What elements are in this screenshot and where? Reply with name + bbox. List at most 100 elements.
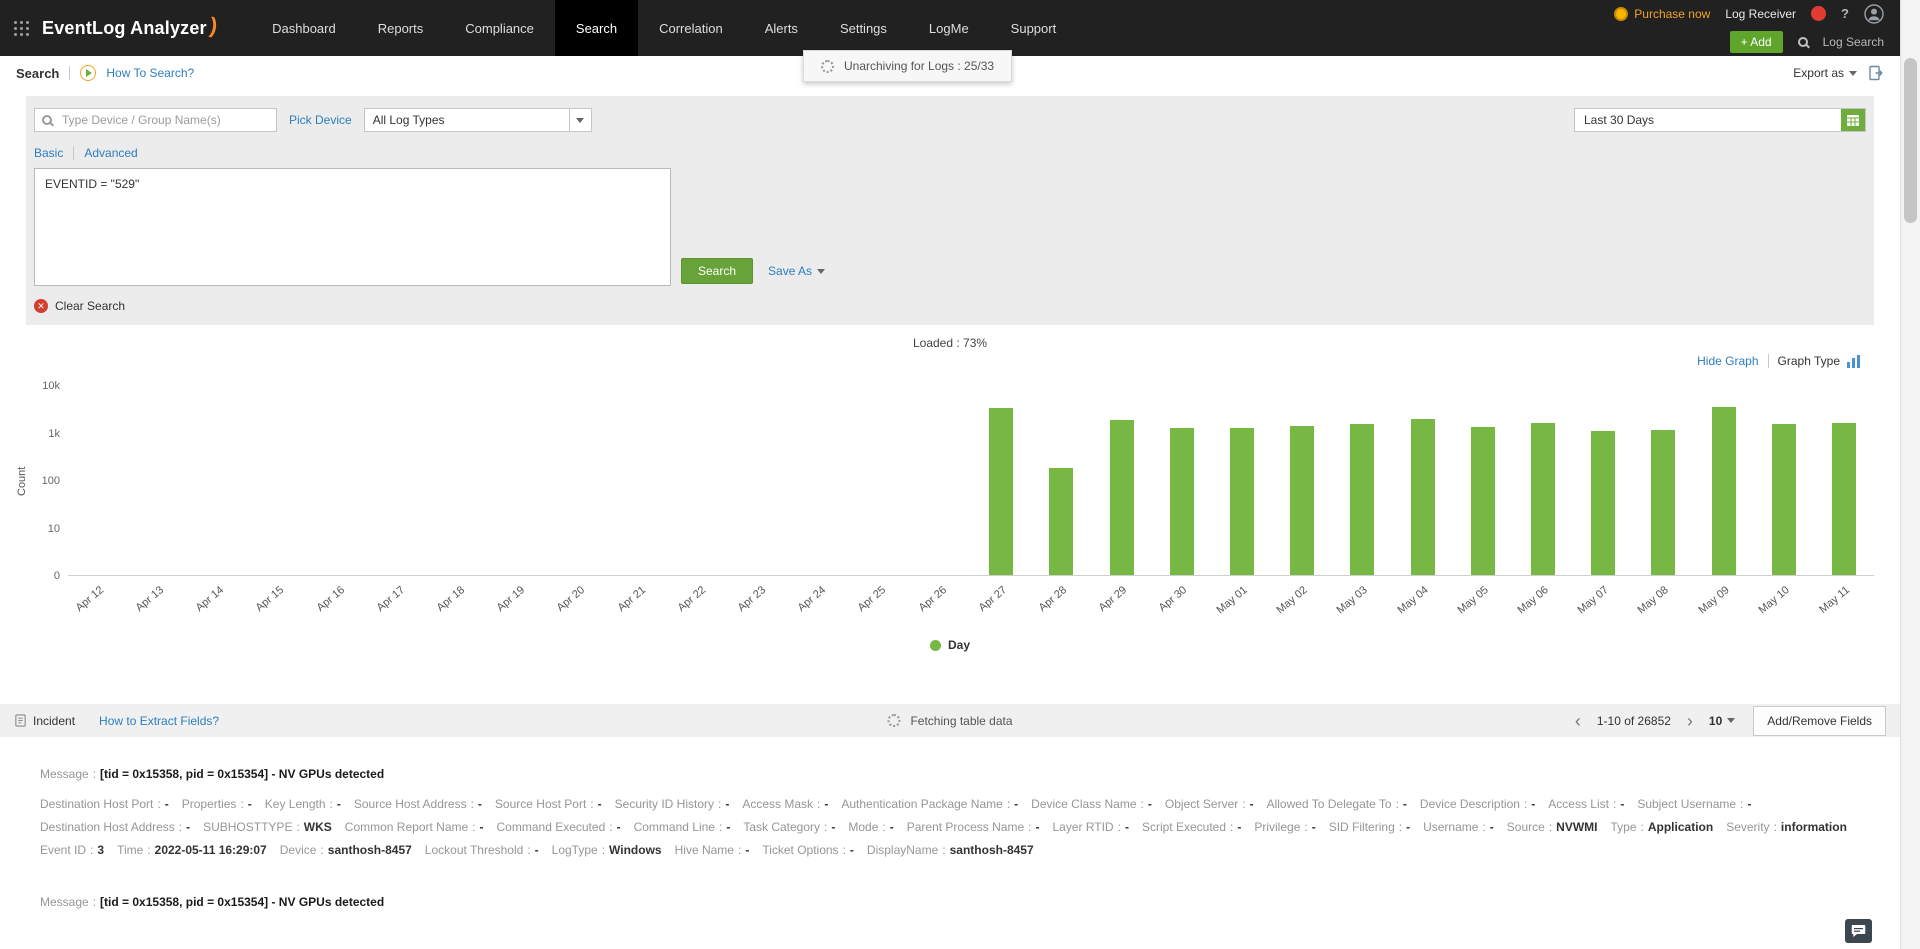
save-as-dropdown[interactable]: Save As <box>768 264 826 278</box>
chart-bar[interactable] <box>1591 431 1616 575</box>
nav-item-settings[interactable]: Settings <box>819 0 908 56</box>
clear-search-label: Clear Search <box>55 299 126 313</box>
record-message: Message: [tid = 0x15358, pid = 0x15354] -… <box>40 895 1880 909</box>
chart-bar-slot: Apr 30 <box>1152 386 1212 614</box>
page-size-dropdown[interactable]: 10 <box>1709 714 1736 728</box>
navbar-right: Purchase now Log Receiver ? + Add Log Se… <box>1614 0 1900 56</box>
field-value: santhosh-8457 <box>949 843 1034 857</box>
notification-badge-icon[interactable] <box>1811 6 1827 21</box>
tab-advanced[interactable]: Advanced <box>84 146 137 160</box>
chart-bar[interactable] <box>1831 423 1856 575</box>
log-search-label[interactable]: Log Search <box>1823 35 1884 49</box>
calendar-icon[interactable] <box>1841 109 1865 131</box>
field-pair: Ticket Options: - <box>762 843 854 857</box>
field-pair: Device Class Name: - <box>1031 797 1152 811</box>
nav-item-search[interactable]: Search <box>554 0 639 56</box>
search-button[interactable]: Search <box>681 258 754 284</box>
incident-button[interactable]: Incident <box>14 714 75 728</box>
separator: : <box>92 767 97 781</box>
chart-bar[interactable] <box>1109 420 1134 575</box>
graph-type-button[interactable]: Graph Type <box>1778 354 1860 368</box>
incident-label: Incident <box>33 713 76 728</box>
add-button[interactable]: + Add <box>1729 30 1783 53</box>
separator: : <box>1523 797 1528 811</box>
purchase-now-link[interactable]: Purchase now <box>1614 6 1710 21</box>
nav-item-correlation[interactable]: Correlation <box>638 0 744 56</box>
date-range-picker[interactable]: Last 30 Days <box>1574 108 1866 132</box>
search-icon[interactable] <box>1797 36 1808 47</box>
field-label: SID Filtering <box>1328 820 1395 834</box>
device-search-field[interactable] <box>34 108 277 132</box>
field-value: - <box>616 820 621 834</box>
field-label: Privilege <box>1254 820 1301 834</box>
log-type-select[interactable]: All Log Types <box>363 108 592 132</box>
nav-item-support[interactable]: Support <box>990 0 1078 56</box>
field-pair: Allowed To Delegate To: - <box>1267 797 1407 811</box>
chart-bar-slot: Apr 13 <box>128 386 188 614</box>
prev-page-button[interactable] <box>1573 714 1583 728</box>
vertical-scrollbar[interactable] <box>1900 0 1920 949</box>
field-label: Security ID History <box>614 797 714 811</box>
nav-item-compliance[interactable]: Compliance <box>444 0 555 56</box>
divider <box>69 66 71 80</box>
separator: : <box>1117 820 1121 834</box>
x-axis-label: Apr 20 <box>554 584 588 615</box>
how-to-extract-fields-link[interactable]: How to Extract Fields? <box>99 714 219 728</box>
field-pair: Security ID History: - <box>615 797 730 811</box>
export-as-button[interactable]: Export as <box>1793 66 1857 80</box>
chart-bar[interactable] <box>1229 428 1254 575</box>
scrollbar-thumb[interactable] <box>1904 58 1917 223</box>
chart-bar[interactable] <box>1049 468 1074 575</box>
chart-bar[interactable] <box>1470 427 1495 575</box>
query-textarea[interactable]: EVENTID = "529" <box>34 168 671 286</box>
chart-bar[interactable] <box>989 408 1014 575</box>
y-axis-tick: 100 <box>41 475 60 487</box>
chart-bar[interactable] <box>1711 407 1736 575</box>
chart-bar[interactable] <box>1771 424 1796 575</box>
play-icon[interactable] <box>80 65 97 81</box>
graph-type-label: Graph Type <box>1777 354 1840 368</box>
nav-item-logme[interactable]: LogMe <box>908 0 990 56</box>
user-avatar-icon[interactable] <box>1864 3 1884 24</box>
legend-label: Day <box>947 638 970 652</box>
record-fields-row: Destination Host Port: - Properties: - Key L… <box>40 797 1880 811</box>
log-type-value: All Log Types <box>372 113 445 127</box>
chart-bar[interactable] <box>1169 428 1194 575</box>
tab-basic[interactable]: Basic <box>34 146 63 160</box>
how-to-search-link[interactable]: How To Search? <box>106 66 194 80</box>
app-logo[interactable]: EventLog Analyzer ) <box>42 0 219 56</box>
nav-item-reports[interactable]: Reports <box>357 0 445 56</box>
separator: : <box>1304 820 1308 834</box>
device-input[interactable] <box>60 112 269 128</box>
nav-item-alerts[interactable]: Alerts <box>744 0 819 56</box>
field-pair: Event ID:3 <box>40 843 104 857</box>
search-panel: Pick Device All Log Types Last 30 Days B… <box>26 96 1874 325</box>
next-page-button[interactable] <box>1685 714 1695 728</box>
chart-bar[interactable] <box>1410 419 1435 575</box>
clear-search-button[interactable]: Clear Search <box>34 299 125 313</box>
chart-bar[interactable] <box>1290 426 1315 575</box>
chat-feedback-button[interactable] <box>1845 919 1872 943</box>
help-icon[interactable]: ? <box>1841 6 1849 21</box>
field-pair: Source: NVWMI <box>1507 820 1598 834</box>
field-value: - <box>247 797 252 811</box>
field-pair: Type: Application <box>1611 820 1714 834</box>
apps-grid-icon[interactable] <box>0 0 42 56</box>
export-file-icon[interactable] <box>1868 65 1884 81</box>
field-value: - <box>1237 820 1242 834</box>
chevron-down-icon[interactable] <box>568 109 591 131</box>
field-value: - <box>534 843 539 857</box>
field-pair: Layer RTID: - <box>1052 820 1128 834</box>
caret-icon <box>576 117 585 123</box>
chart-bar[interactable] <box>1651 430 1676 575</box>
app-logo-text: EventLog Analyzer <box>42 17 207 38</box>
hide-graph-link[interactable]: Hide Graph <box>1697 354 1758 368</box>
chart-bar[interactable] <box>1350 424 1375 575</box>
chart-bar[interactable] <box>1530 423 1555 575</box>
nav-item-dashboard[interactable]: Dashboard <box>251 0 357 56</box>
pick-device-link[interactable]: Pick Device <box>289 113 352 127</box>
add-remove-fields-button[interactable]: Add/Remove Fields <box>1753 705 1886 736</box>
x-axis-label: Apr 12 <box>73 584 106 615</box>
log-receiver-link[interactable]: Log Receiver <box>1725 7 1796 21</box>
separator: : <box>718 820 723 834</box>
